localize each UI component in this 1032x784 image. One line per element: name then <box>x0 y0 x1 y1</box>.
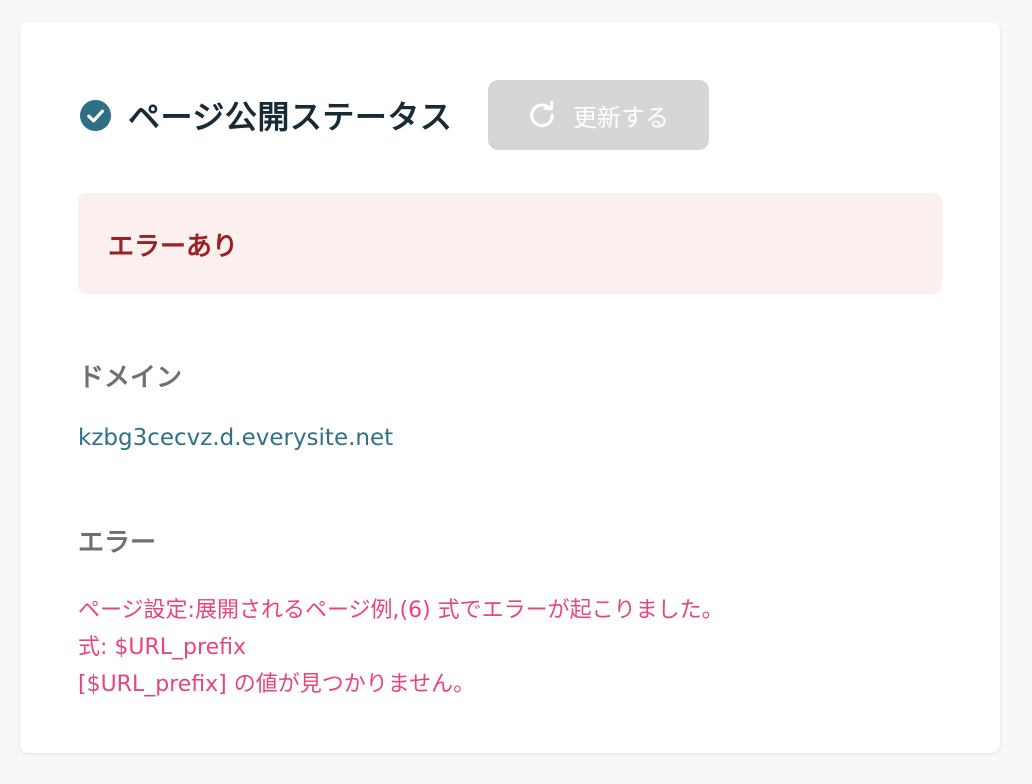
error-message-line: [$URL_prefix] の値が見つかりません。 <box>78 672 476 697</box>
refresh-button[interactable]: 更新する <box>488 80 709 150</box>
check-circle-icon <box>80 99 111 131</box>
page-title: ページ公開ステータス <box>128 98 453 136</box>
error-alert: エラーあり <box>78 193 942 294</box>
status-card: ページ公開ステータス 更新する エラーあり ドメイン kzbg3cecvz.d.… <box>20 22 1000 753</box>
domain-link[interactable]: kzbg3cecvz.d.everysite.net <box>78 425 393 451</box>
error-label: エラー <box>78 528 157 558</box>
alert-text: エラーあり <box>108 232 239 262</box>
refresh-button-label: 更新する <box>573 103 669 132</box>
error-message-line: 式: $URL_prefix <box>78 635 246 660</box>
domain-label: ドメイン <box>78 363 183 393</box>
error-message-line: ページ設定:展開されるページ例,(6) 式でエラーが起こりました。 <box>78 598 724 623</box>
card-header: ページ公開ステータス <box>80 80 452 150</box>
error-message: ページ設定:展開されるページ例,(6) 式でエラーが起こりました。 式: $UR… <box>78 592 724 703</box>
refresh-icon <box>528 101 556 129</box>
